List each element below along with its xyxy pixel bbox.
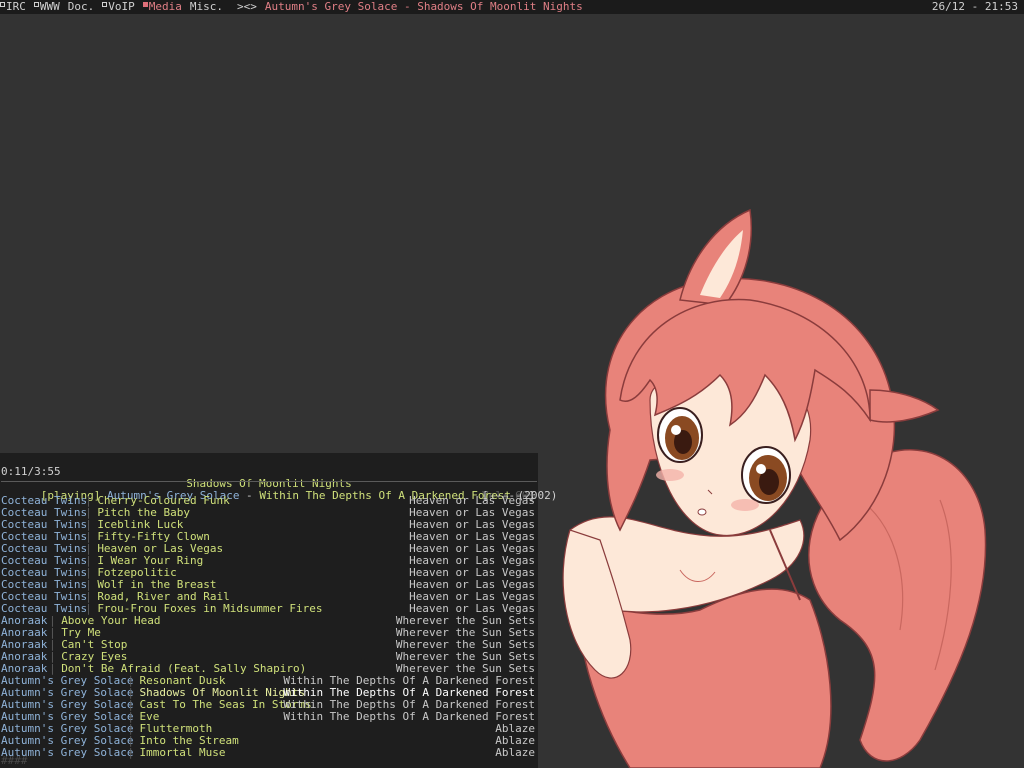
tag-list: IRC WWW Doc. VoIP Media Misc. ><> Autumn's Grey… [0,1,583,13]
progress-footer: #### [1,754,28,767]
tag-doc[interactable]: Doc. [68,1,95,13]
header-divider [1,481,537,482]
playlist-row[interactable]: Autumn's Grey Solace | Immortal Muse Ablaze [0,747,538,759]
tag-media[interactable]: Media [142,1,182,13]
left-eye [657,407,703,463]
music-player-terminal[interactable]: 0:11/3:55 Shadows Of Moonlit Nights Vol:… [0,453,558,768]
tag-www[interactable]: WWW [33,1,60,13]
right-eye [741,446,791,504]
tag-misc[interactable]: Misc. [190,1,223,13]
wallpaper-fox-girl [562,208,987,768]
playlist[interactable]: Cocteau Twins | Cherry-Coloured Funk Heaven… [0,495,538,759]
clock: 26/12 - 21:53 [931,0,1018,13]
now-playing-row: [playing] Autumn's Grey Solace - Within … [0,466,558,502]
tag-voip[interactable]: VoIP [102,1,135,13]
playlist-album: Ablaze [495,746,535,759]
header-row: 0:11/3:55 Shadows Of Moonlit Nights Vol:… [0,454,538,502]
window-title: Autumn's Grey Solace - Shadows Of Moonli… [264,0,583,13]
status-bar: IRC WWW Doc. VoIP Media Misc. ><> Autumn's Grey… [0,0,1024,14]
layout-symbol[interactable]: ><> [237,1,257,13]
right-ear [869,389,940,423]
tag-irc[interactable]: IRC [0,1,26,13]
column-separator: | [127,746,135,759]
playlist-title: Immortal Muse [139,746,226,759]
